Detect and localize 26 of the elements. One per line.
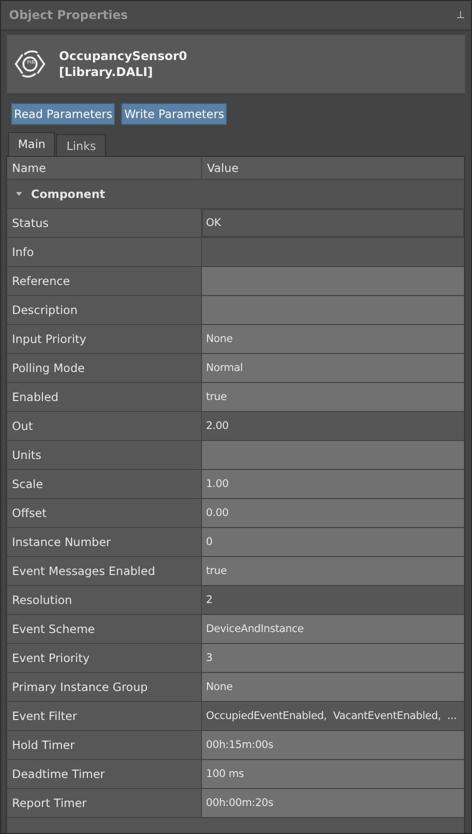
parameters-button[interactable]: Write Parameters xyxy=(121,103,228,125)
pin-button[interactable]: ⊥ xyxy=(456,10,465,20)
property-value[interactable]: OK xyxy=(202,209,464,237)
property-value[interactable]: true xyxy=(202,557,464,585)
column-header[interactable]: Value xyxy=(202,157,464,179)
caret-icon[interactable] xyxy=(15,190,23,198)
property-value[interactable]: 3 xyxy=(202,644,464,672)
panel-title: Object Properties xyxy=(9,8,128,22)
property-value[interactable]: 0.00 xyxy=(202,499,464,527)
property-value[interactable]: DeviceAndInstance xyxy=(202,615,464,643)
property-value[interactable]: 00h:00m:20s xyxy=(202,789,464,817)
object-name: OccupancySensor0 xyxy=(59,48,188,64)
property-value[interactable]: 100 ms xyxy=(202,760,464,788)
property-value[interactable]: 00h:15m:00s xyxy=(202,731,464,759)
column-header[interactable]: Name xyxy=(7,157,202,179)
property-value[interactable]: 1.00 xyxy=(202,470,464,498)
property-value[interactable]: 0 xyxy=(202,528,464,556)
object-library: [Library.DALI] xyxy=(59,64,154,80)
tab[interactable]: Main xyxy=(8,132,56,156)
property-value[interactable]: true xyxy=(202,383,464,411)
property-value[interactable]: Normal xyxy=(202,354,464,382)
group-label[interactable]: Component xyxy=(31,187,106,201)
parameters-button[interactable]: Read Parameters xyxy=(11,103,116,125)
property-value[interactable]: None xyxy=(202,673,464,701)
property-value[interactable]: None xyxy=(202,325,464,353)
tab[interactable]: Links xyxy=(56,134,106,156)
